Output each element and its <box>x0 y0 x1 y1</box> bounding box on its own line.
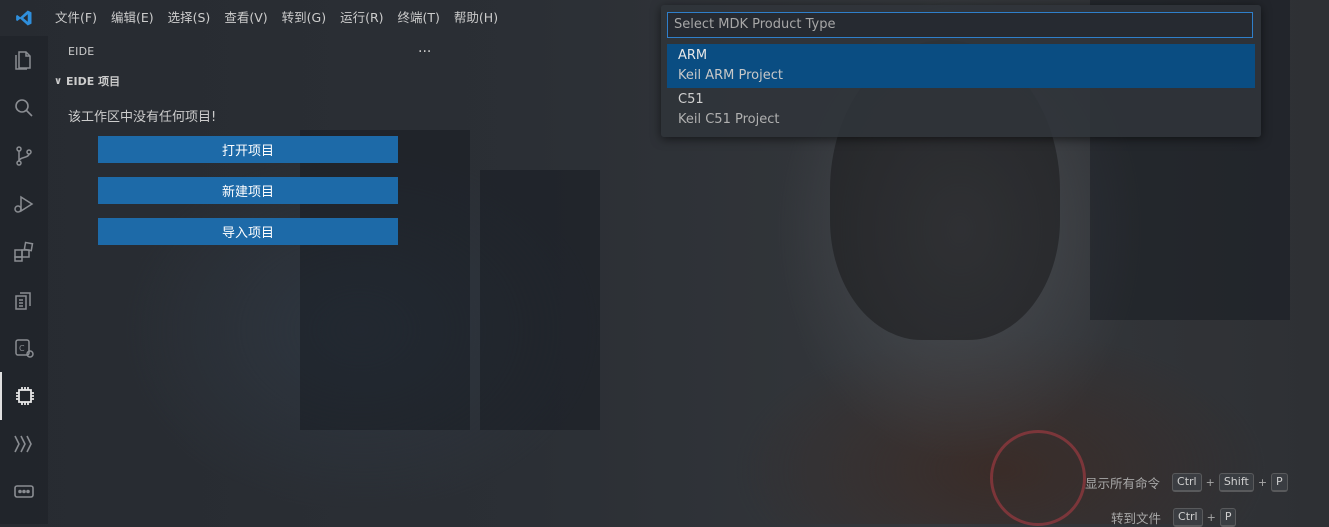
item-label: ARM <box>678 48 708 63</box>
key-shift: Shift <box>1218 473 1254 492</box>
item-description: Keil ARM Project <box>678 68 783 83</box>
quick-pick-item-c51[interactable]: C51 Keil C51 Project <box>667 88 1255 132</box>
menu-run[interactable]: 运行(R) <box>333 0 390 36</box>
explorer-icon[interactable] <box>0 36 48 84</box>
vscode-logo-icon <box>0 0 48 36</box>
hint-go-to-file: 转到文件 Ctrl + P <box>1111 508 1237 527</box>
run-debug-icon[interactable] <box>0 180 48 228</box>
empty-workspace-message: 该工作区中没有任何项目! <box>68 110 217 125</box>
waveform-icon[interactable] <box>0 420 48 468</box>
menu-terminal[interactable]: 终端(T) <box>391 0 447 36</box>
menu-file[interactable]: 文件(F) <box>48 0 104 36</box>
quick-pick-dropdown: Select MDK Product Type ARM Keil ARM Pro… <box>661 5 1261 137</box>
menu-edit[interactable]: 编辑(E) <box>104 0 161 36</box>
menu-go[interactable]: 转到(G) <box>275 0 333 36</box>
key-p: P <box>1219 508 1237 527</box>
sidebar-title: EIDE <box>68 45 95 58</box>
chevron-down-icon: ∨ <box>54 75 63 87</box>
hint-label: 显示所有命令 <box>1085 476 1161 491</box>
more-actions-icon[interactable]: ... <box>418 40 431 56</box>
hint-show-all-commands: 显示所有命令 Ctrl + Shift + P <box>1085 473 1288 492</box>
sidebar-panel: EIDE ... ∨ EIDE 项目 该工作区中没有任何项目! 打开项目 新建项… <box>48 36 440 524</box>
key-ctrl: Ctrl <box>1172 473 1202 492</box>
item-description: Keil C51 Project <box>678 112 780 127</box>
key-p: P <box>1271 473 1288 492</box>
key-ctrl: Ctrl <box>1173 508 1203 527</box>
menu-view[interactable]: 查看(V) <box>217 0 274 36</box>
source-control-icon[interactable] <box>0 132 48 180</box>
extensions-icon[interactable] <box>0 228 48 276</box>
c-cpp-config-icon[interactable]: C <box>0 324 48 372</box>
item-label: C51 <box>678 92 704 107</box>
section-title-label: EIDE 项目 <box>66 75 121 88</box>
serial-monitor-icon[interactable] <box>0 468 48 516</box>
search-icon[interactable] <box>0 84 48 132</box>
activity-bar: C <box>0 36 48 524</box>
quick-pick-input[interactable]: Select MDK Product Type <box>667 12 1253 38</box>
quick-pick-item-arm[interactable]: ARM Keil ARM Project <box>667 44 1255 88</box>
hint-label: 转到文件 <box>1111 511 1162 526</box>
import-project-button[interactable]: 导入项目 <box>98 218 398 245</box>
new-project-button[interactable]: 新建项目 <box>98 177 398 204</box>
svg-text:C: C <box>19 344 25 353</box>
remote-explorer-icon[interactable] <box>0 276 48 324</box>
menu-selection[interactable]: 选择(S) <box>161 0 218 36</box>
menu-help[interactable]: 帮助(H) <box>447 0 505 36</box>
eide-chip-icon[interactable] <box>0 372 48 420</box>
open-project-button[interactable]: 打开项目 <box>98 136 398 163</box>
section-eide-projects[interactable]: ∨ EIDE 项目 <box>54 72 120 90</box>
